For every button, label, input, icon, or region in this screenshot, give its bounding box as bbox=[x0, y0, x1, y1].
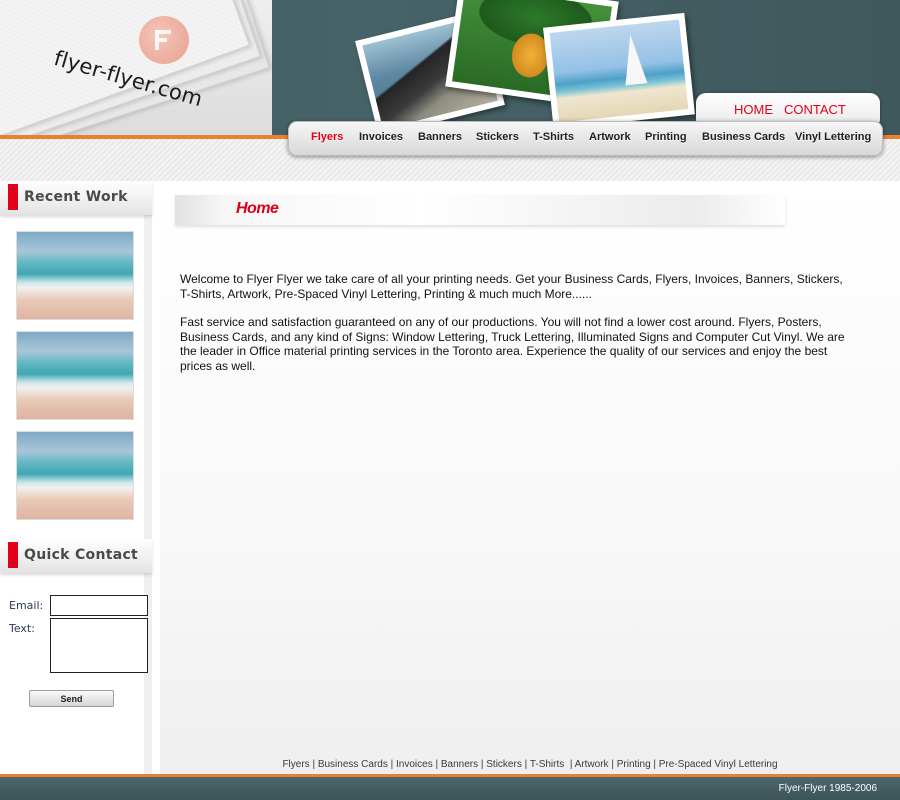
header-accent-bar bbox=[8, 184, 18, 210]
footer-bar: Flyer-Flyer 1985-2006 bbox=[0, 777, 900, 800]
sailboat-photo bbox=[543, 12, 695, 130]
nav-item-printing[interactable]: Printing bbox=[645, 131, 687, 143]
page-title: Home bbox=[236, 200, 279, 217]
footer-link-banners[interactable]: Banners bbox=[441, 759, 478, 770]
services-paragraph: Fast service and satisfaction guaranteed… bbox=[180, 315, 845, 373]
recent-work-thumbnail[interactable] bbox=[16, 331, 134, 420]
left-sidebar: Recent Work Quick Contact Email: Text: S… bbox=[0, 181, 152, 800]
message-textarea[interactable] bbox=[50, 618, 148, 673]
footer-link-tshirts[interactable]: T-Shirts bbox=[530, 759, 564, 770]
main-nav: Flyers Invoices Banners Stickers T-Shirt… bbox=[288, 121, 883, 156]
nav-item-banners[interactable]: Banners bbox=[418, 131, 462, 143]
email-label: Email: bbox=[9, 599, 44, 612]
footer-link-flyers[interactable]: Flyers bbox=[282, 759, 309, 770]
recent-work-thumbnail[interactable] bbox=[16, 231, 134, 320]
logo-paper-area: flyer-flyer.com bbox=[0, 0, 272, 137]
nav-item-business-cards[interactable]: Business Cards bbox=[702, 131, 785, 143]
nav-item-vinyl-lettering[interactable]: Vinyl Lettering bbox=[795, 131, 871, 143]
nav-item-invoices[interactable]: Invoices bbox=[359, 131, 403, 143]
main-content: Home Welcome to Flyer Flyer we take care… bbox=[160, 181, 900, 775]
text-label: Text: bbox=[9, 622, 35, 635]
top-link-home[interactable]: HOME bbox=[734, 102, 773, 117]
recent-work-header: Recent Work bbox=[0, 181, 152, 215]
nav-item-artwork[interactable]: Artwork bbox=[589, 131, 631, 143]
nav-item-stickers[interactable]: Stickers bbox=[476, 131, 519, 143]
send-button[interactable]: Send bbox=[29, 690, 114, 707]
site-header: flyer-flyer.com HOME CONTACT bbox=[0, 0, 900, 137]
email-field[interactable] bbox=[50, 595, 148, 616]
intro-paragraph: Welcome to Flyer Flyer we take care of a… bbox=[180, 272, 843, 301]
footer-link-business-cards[interactable]: Business Cards bbox=[318, 759, 388, 770]
footer-link-vinyl-lettering[interactable]: Pre-Spaced Vinyl Lettering bbox=[659, 759, 778, 770]
nav-item-flyers[interactable]: Flyers bbox=[311, 131, 343, 143]
footer-link-printing[interactable]: Printing bbox=[617, 759, 651, 770]
quick-contact-title: Quick Contact bbox=[24, 547, 139, 563]
quick-contact-header: Quick Contact bbox=[0, 539, 152, 573]
footer-link-artwork[interactable]: Artwork bbox=[575, 759, 609, 770]
header-accent-bar bbox=[8, 542, 18, 568]
logo-icon bbox=[139, 16, 189, 64]
page-title-banner: Home bbox=[175, 195, 785, 225]
footer-link-stickers[interactable]: Stickers bbox=[486, 759, 522, 770]
recent-work-thumbnail[interactable] bbox=[16, 431, 134, 520]
top-link-contact[interactable]: CONTACT bbox=[784, 102, 846, 117]
copyright-text: Flyer-Flyer 1985-2006 bbox=[778, 783, 877, 794]
footer-link-invoices[interactable]: Invoices bbox=[396, 759, 433, 770]
footer-links: Flyers | Business Cards | Invoices | Ban… bbox=[282, 759, 778, 770]
nav-item-tshirts[interactable]: T-Shirts bbox=[533, 131, 574, 143]
recent-work-title: Recent Work bbox=[24, 189, 128, 205]
